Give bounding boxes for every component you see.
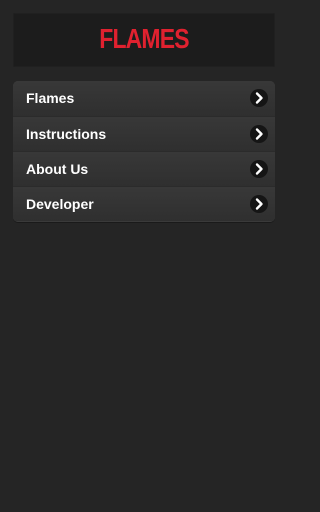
chevron-right-icon [250, 89, 268, 107]
chevron-right-icon [250, 160, 268, 178]
menu-item-label: Developer [26, 196, 94, 212]
app-logo: FLAMES [99, 23, 189, 54]
menu-item-label: Flames [26, 90, 75, 106]
header-bar: FLAMES [13, 13, 275, 67]
menu-item-instructions[interactable]: Instructions [13, 116, 275, 151]
main-menu: Flames Instructions About Us Developer [13, 81, 275, 222]
menu-item-about-us[interactable]: About Us [13, 151, 275, 186]
menu-item-label: Instructions [26, 126, 107, 142]
chevron-right-icon [250, 125, 268, 143]
menu-item-flames[interactable]: Flames [13, 81, 275, 116]
chevron-right-icon [250, 195, 268, 213]
menu-item-developer[interactable]: Developer [13, 186, 275, 221]
menu-item-label: About Us [26, 161, 89, 177]
